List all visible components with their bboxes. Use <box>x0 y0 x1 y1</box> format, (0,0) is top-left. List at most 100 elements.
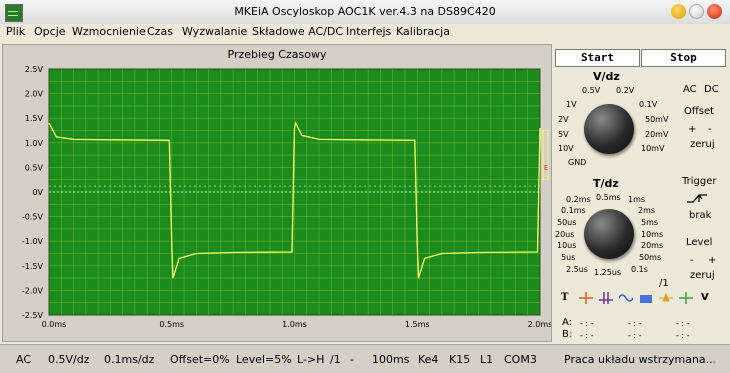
status-dash: - <box>350 353 354 366</box>
v-label-gnd: GND <box>568 158 587 167</box>
wave-icon[interactable] <box>619 292 633 304</box>
t-label-0.2ms: 0.2ms <box>566 195 591 204</box>
cursor-b-value-1: - : - <box>580 331 594 340</box>
offset-minus[interactable]: - <box>708 124 712 135</box>
tdz-knob[interactable] <box>584 209 634 259</box>
status-level: Level=5% <box>236 353 292 366</box>
scope-panel: Przebieg Czasowy 2.5V 2.0V 1.5V 1.0V 0.5V 0V -… <box>2 44 552 342</box>
t-label-5us: 5us <box>561 253 576 262</box>
title-bar: MKEiA Oscyloskop AOC1K ver.4.3 na DS89C4… <box>0 0 730 25</box>
status-bar: AC 0.5V/dz 0.1ms/dz Offset=0% Level=5% L… <box>0 344 730 373</box>
v-label-20mV: 20mV <box>645 130 669 139</box>
menu-interfejs[interactable]: Interfejs <box>346 25 391 38</box>
cursor-h-icon[interactable] <box>579 292 593 304</box>
t-label-50ms: 50ms <box>639 253 662 262</box>
cursor-v-icon[interactable] <box>599 292 613 304</box>
t-label-1.25us: 1.25us <box>594 268 622 277</box>
menu-czas[interactable]: Czas <box>147 25 173 38</box>
x-tick-label: 1.0ms <box>282 320 307 329</box>
y-tick-label: 1.0V <box>25 139 44 148</box>
cursor-b-value-2: - : - <box>628 331 642 340</box>
t-label-50us: 50us <box>557 218 577 227</box>
status-time: 100ms <box>372 353 410 366</box>
y-tick-label: -2.5V <box>22 311 44 320</box>
status-div: /1 <box>330 353 341 366</box>
menu-wyzwalanie[interactable]: Wyzwalanie <box>182 25 247 38</box>
menu-plik[interactable]: Plik <box>6 25 25 38</box>
level-label: Level <box>686 237 713 248</box>
offset-plus[interactable]: + <box>688 124 696 135</box>
level-plus[interactable]: + <box>708 255 716 266</box>
v-label-10V: 10V <box>558 144 574 153</box>
menu-wzmocnienie[interactable]: Wzmocnienie <box>72 25 146 38</box>
x-tick-label: 1.5ms <box>405 320 430 329</box>
maximize-button[interactable] <box>689 4 704 19</box>
fill-icon[interactable] <box>639 292 653 304</box>
x-tick-label: 2.0ms <box>528 320 551 329</box>
menu-opcje[interactable]: Opcje <box>34 25 66 38</box>
status-port: COM3 <box>504 353 537 366</box>
waveform-chart: 2.5V 2.0V 1.5V 1.0V 0.5V 0V -0.5V -1.0V -1.5V -2.… <box>22 65 551 329</box>
status-vdiv: 0.5V/dz <box>48 353 90 366</box>
trigger-edge-icon[interactable] <box>685 192 715 206</box>
cursor-b-label: B: <box>562 329 573 340</box>
status-l: L1 <box>480 353 494 366</box>
t-label-1ms: 1ms <box>628 195 646 204</box>
status-message: Praca układu wstrzymana... <box>564 353 717 366</box>
level-minus[interactable]: - <box>690 255 694 266</box>
window-title: MKEiA Oscyloskop AOC1K ver.4.3 na DS89C4… <box>234 5 496 18</box>
t-label-5ms: 5ms <box>641 218 659 227</box>
t-label-10us: 10us <box>557 241 577 250</box>
y-tick-label: 1.5V <box>25 114 44 123</box>
control-panel: Start Stop V/dz 0.5V 0.2V 1V 0.1V 2V 50m… <box>553 44 730 340</box>
t-label-20us: 20us <box>555 230 575 239</box>
menu-bar: Plik Opcje Wzmocnienie Czas Wyzwalanie S… <box>0 24 730 41</box>
y-tick-label: 0V <box>32 188 43 197</box>
y-tick-label: 0.5V <box>25 163 44 172</box>
tdz-title: T/dz <box>593 177 619 190</box>
status-tdiv: 0.1ms/dz <box>104 353 155 366</box>
cursor-a-label: A: <box>562 317 573 328</box>
t-label-0.5ms: 0.5ms <box>596 193 621 202</box>
y-tick-label: -0.5V <box>22 213 44 222</box>
v-label-5V: 5V <box>558 130 569 139</box>
minimize-button[interactable] <box>671 4 686 19</box>
v-label-1V: 1V <box>566 100 577 109</box>
y-tick-label: -1.0V <box>22 237 44 246</box>
t-label-0.1s: 0.1s <box>631 265 648 274</box>
text-tool-icon[interactable]: T <box>561 292 568 303</box>
baseline-icon[interactable] <box>679 292 693 304</box>
start-button[interactable]: Start <box>555 49 640 67</box>
menu-skladowe[interactable]: Składowe AC/DC <box>252 25 343 38</box>
offset-zeruj-button[interactable]: zeruj <box>690 139 715 150</box>
status-ke: Ke4 <box>418 353 439 366</box>
v-label-10mV: 10mV <box>641 144 665 153</box>
x-tick-label: 0.0ms <box>42 320 67 329</box>
cursor-a-value-1: - : - <box>580 319 594 328</box>
v-label-0.5V: 0.5V <box>582 86 601 95</box>
level-marker <box>542 130 549 181</box>
volt-tool-icon[interactable]: V <box>701 292 709 303</box>
level-zeruj-button[interactable]: zeruj <box>690 270 715 281</box>
marker-icon[interactable] <box>659 292 673 304</box>
dc-toggle[interactable]: DC <box>704 84 719 95</box>
status-offset: Offset=0% <box>170 353 230 366</box>
y-tick-label: 2.5V <box>25 65 44 74</box>
divider-label: /1 <box>659 278 669 289</box>
stop-button[interactable]: Stop <box>641 49 726 67</box>
status-coupling: AC <box>16 353 32 366</box>
menu-kalibracja[interactable]: Kalibracja <box>396 25 450 38</box>
cursor-a-value-2: - : - <box>628 319 642 328</box>
y-tick-label: 2.0V <box>25 90 44 99</box>
t-label-20ms: 20ms <box>641 241 664 250</box>
y-tick-label: -1.5V <box>22 262 44 271</box>
status-k: K15 <box>449 353 471 366</box>
close-button[interactable] <box>707 4 722 19</box>
trigger-mode-brak[interactable]: brak <box>689 210 711 221</box>
tool-icon-row: T V <box>561 292 721 306</box>
vdz-knob[interactable] <box>584 104 634 154</box>
ac-toggle[interactable]: AC <box>683 84 697 95</box>
t-label-10ms: 10ms <box>641 230 664 239</box>
t-label-2.5us: 2.5us <box>566 265 588 274</box>
cursor-b-value-3: - : - <box>676 331 690 340</box>
